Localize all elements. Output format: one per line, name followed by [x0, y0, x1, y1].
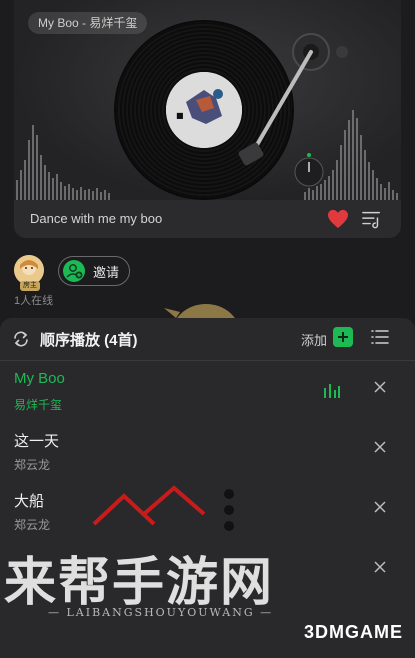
now-playing-pill: My Boo - 易烊千玺: [28, 12, 148, 34]
close-icon[interactable]: [373, 380, 387, 394]
add-icon[interactable]: [333, 327, 353, 347]
online-count: 1人在线: [14, 295, 54, 307]
list-item[interactable]: My Boo 易烊千玺: [0, 366, 415, 426]
list-item[interactable]: 大船 郑云龙: [0, 486, 415, 546]
host-badge: 房主: [20, 281, 40, 291]
play-mode-label[interactable]: 顺序播放 (4首): [40, 329, 138, 350]
list-item[interactable]: 这一天 郑云龙: [0, 426, 415, 486]
album-art-icon: ■: [166, 72, 242, 148]
repeat-icon[interactable]: [12, 330, 30, 348]
playlist-icon[interactable]: [361, 209, 383, 229]
svg-text:■: ■: [176, 111, 184, 120]
player-card: My Boo - 易烊千玺 ■ Dance with me my boo: [14, 0, 401, 238]
song-artist: 易烊千玺: [14, 398, 63, 412]
header-divider: [0, 360, 415, 361]
playlist-sheet: 顺序播放 (4首) 添加 My Boo 易烊千玺 这一天 郑云龙 大船 郑云龙: [0, 318, 415, 658]
list-icon[interactable]: [371, 329, 389, 345]
close-icon[interactable]: [373, 440, 387, 454]
lyric-caption: Dance with me my boo: [30, 211, 163, 226]
song-title: 这一天: [14, 433, 60, 450]
heart-icon[interactable]: [327, 209, 349, 229]
equalizer-icon: [324, 384, 340, 398]
song-artist: 郑云龙: [14, 458, 51, 472]
list-item[interactable]: [0, 546, 415, 606]
add-label[interactable]: 添加: [301, 330, 327, 349]
invite-label: 邀请: [93, 264, 120, 280]
song-artist: 郑云龙: [14, 518, 51, 532]
invite-button[interactable]: 邀请: [58, 256, 130, 286]
song-title: My Boo: [14, 370, 65, 387]
turntable-artwork: My Boo - 易烊千玺 ■: [14, 0, 401, 200]
album-cover: ■: [166, 72, 242, 148]
close-icon[interactable]: [373, 560, 387, 574]
playlist-header: 顺序播放 (4首) 添加: [0, 318, 415, 360]
lyrics-row: Dance with me my boo: [14, 200, 401, 238]
close-icon[interactable]: [373, 500, 387, 514]
invite-icon: [63, 260, 85, 282]
vinyl-record: ■: [116, 22, 292, 198]
song-title: 大船: [14, 493, 45, 510]
